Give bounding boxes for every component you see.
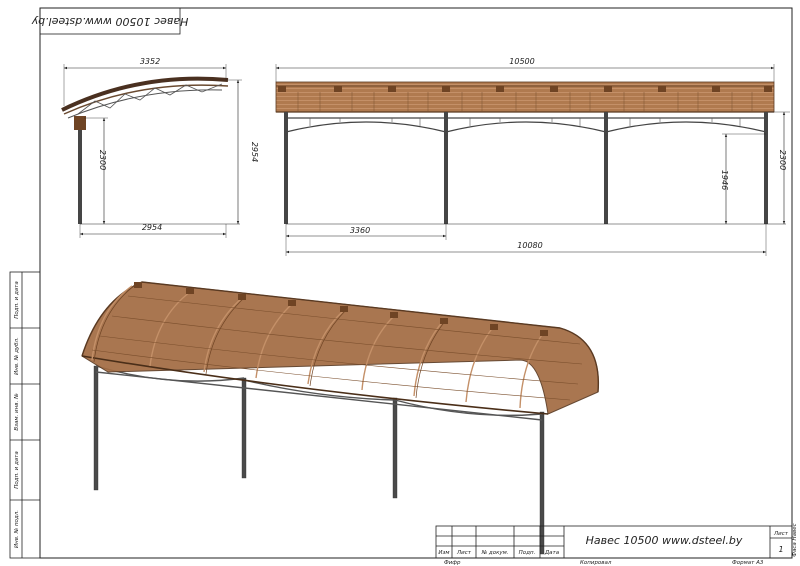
- side-stamp-label: Инв. № подл.: [14, 510, 20, 548]
- side-stamp-label: Инв. № дубл.: [14, 337, 20, 375]
- isometric-view: [81, 281, 600, 555]
- stamp-title-rotated: Навес 10500 www.dsteel.by: [31, 15, 188, 28]
- front-view: 10500 2300 1946 3360 10080: [275, 57, 790, 256]
- footer-format: Формат А3: [732, 560, 764, 566]
- side-stamp-label: Взам. инв. №: [14, 393, 20, 431]
- dim-front-height-clear: 1946: [720, 170, 729, 190]
- side-label: Фаса Навес: [792, 523, 798, 556]
- drawing-sheet: Навес 10500 www.dsteel.by Подп. и дата И…: [9, 7, 798, 566]
- dim-side-width-bottom: 2954: [142, 223, 162, 232]
- dim-front-span: 3360: [350, 226, 370, 235]
- col-header: Лист: [456, 550, 472, 556]
- side-stamp-label: Подп. и дата: [14, 281, 20, 319]
- side-stamp-label: Подп. и дата: [14, 451, 20, 489]
- dim-side-height-total: 2954: [250, 142, 259, 162]
- sheet-label: Лист: [773, 531, 789, 537]
- footer-copied: Копировал: [580, 560, 612, 566]
- footer-left: Фифр: [444, 560, 461, 566]
- dim-side-height-post: 2300: [98, 150, 107, 170]
- sheet-number: 1: [778, 545, 783, 554]
- dim-front-length-top: 10500: [509, 57, 534, 66]
- dim-front-length-bottom: 10080: [517, 241, 542, 250]
- side-view: 3352 2954 2300 2954: [61, 57, 259, 238]
- dim-side-width-top: 3352: [140, 57, 160, 66]
- col-header: Изм: [438, 550, 449, 556]
- col-header: Дата: [544, 550, 560, 556]
- dim-front-height-post: 2300: [778, 150, 787, 170]
- col-header: № докум.: [480, 550, 508, 556]
- col-header: Подп.: [519, 550, 536, 556]
- side-stamp: Подп. и дата Инв. № дубл. Взам. инв. № П…: [9, 271, 41, 559]
- drawing-title: Навес 10500 www.dsteel.by: [586, 534, 743, 547]
